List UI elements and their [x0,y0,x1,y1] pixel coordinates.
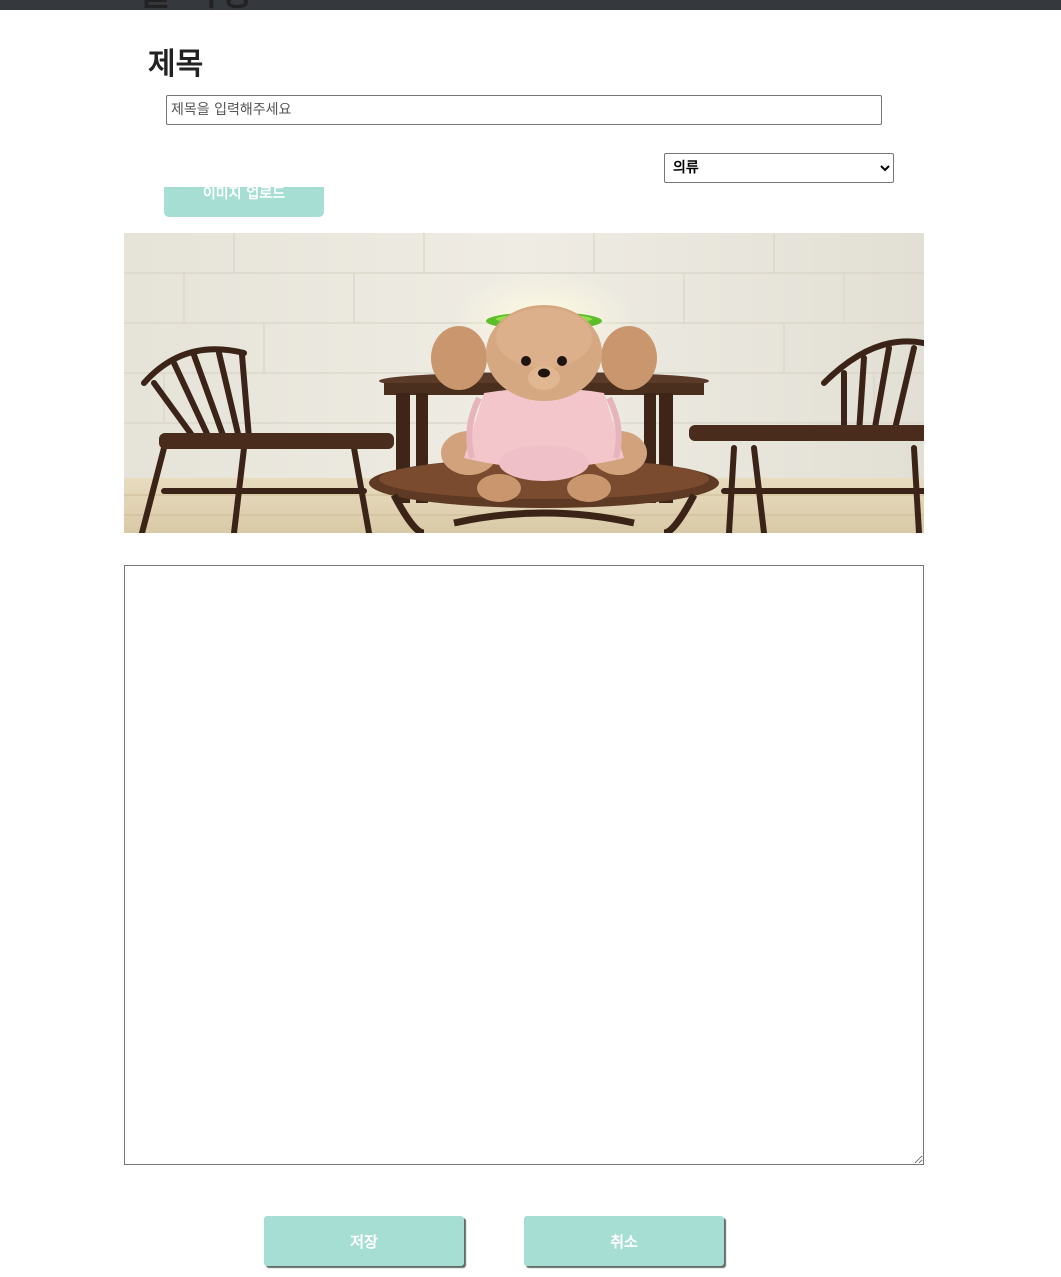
category-select[interactable]: 의류 [664,153,894,183]
content-textarea[interactable] [124,565,924,1165]
page-heading: 글 작성 [140,0,254,14]
image-upload-button[interactable]: 이미지 업로드 [164,186,324,217]
preview-image [124,233,924,533]
cancel-button[interactable]: 취소 [524,1216,724,1266]
title-input[interactable] [166,95,882,125]
image-upload-label: 이미지 업로드 [202,186,286,202]
title-label: 제목 [148,47,204,82]
save-button[interactable]: 저장 [264,1216,464,1266]
